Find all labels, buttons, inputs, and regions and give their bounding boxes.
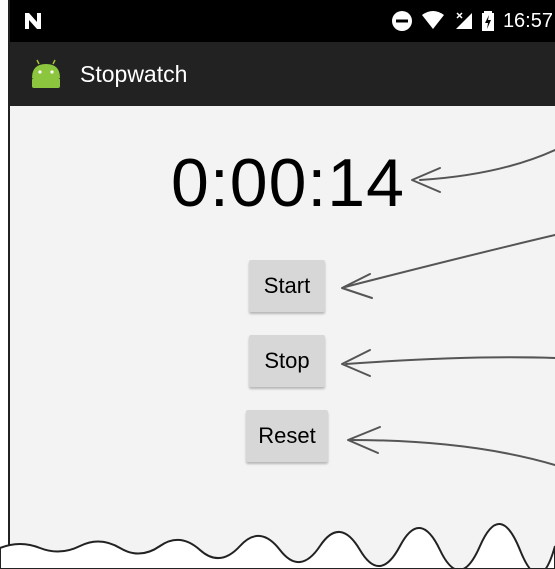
battery-charging-icon <box>481 11 494 31</box>
app-bar: Stopwatch <box>10 42 555 106</box>
phone-screen: 16:57 Stopwatch 0:00:14 Start Stop Reset <box>8 0 555 569</box>
start-button[interactable]: Start <box>249 260 325 312</box>
reset-button[interactable]: Reset <box>246 410 328 462</box>
app-title: Stopwatch <box>80 60 188 87</box>
stop-button[interactable]: Stop <box>249 335 325 387</box>
status-time: 16:57 <box>502 10 553 32</box>
main-content: 0:00:14 Start Stop Reset <box>10 106 555 569</box>
status-icons: 16:57 <box>391 10 553 32</box>
do-not-disturb-icon <box>391 11 412 31</box>
cell-signal-icon <box>455 12 472 29</box>
wifi-icon <box>421 11 444 29</box>
android-icon <box>32 59 60 88</box>
notification-n-icon <box>25 13 41 29</box>
time-display: 0:00:14 <box>171 145 405 221</box>
status-bar: 16:57 <box>10 0 555 42</box>
